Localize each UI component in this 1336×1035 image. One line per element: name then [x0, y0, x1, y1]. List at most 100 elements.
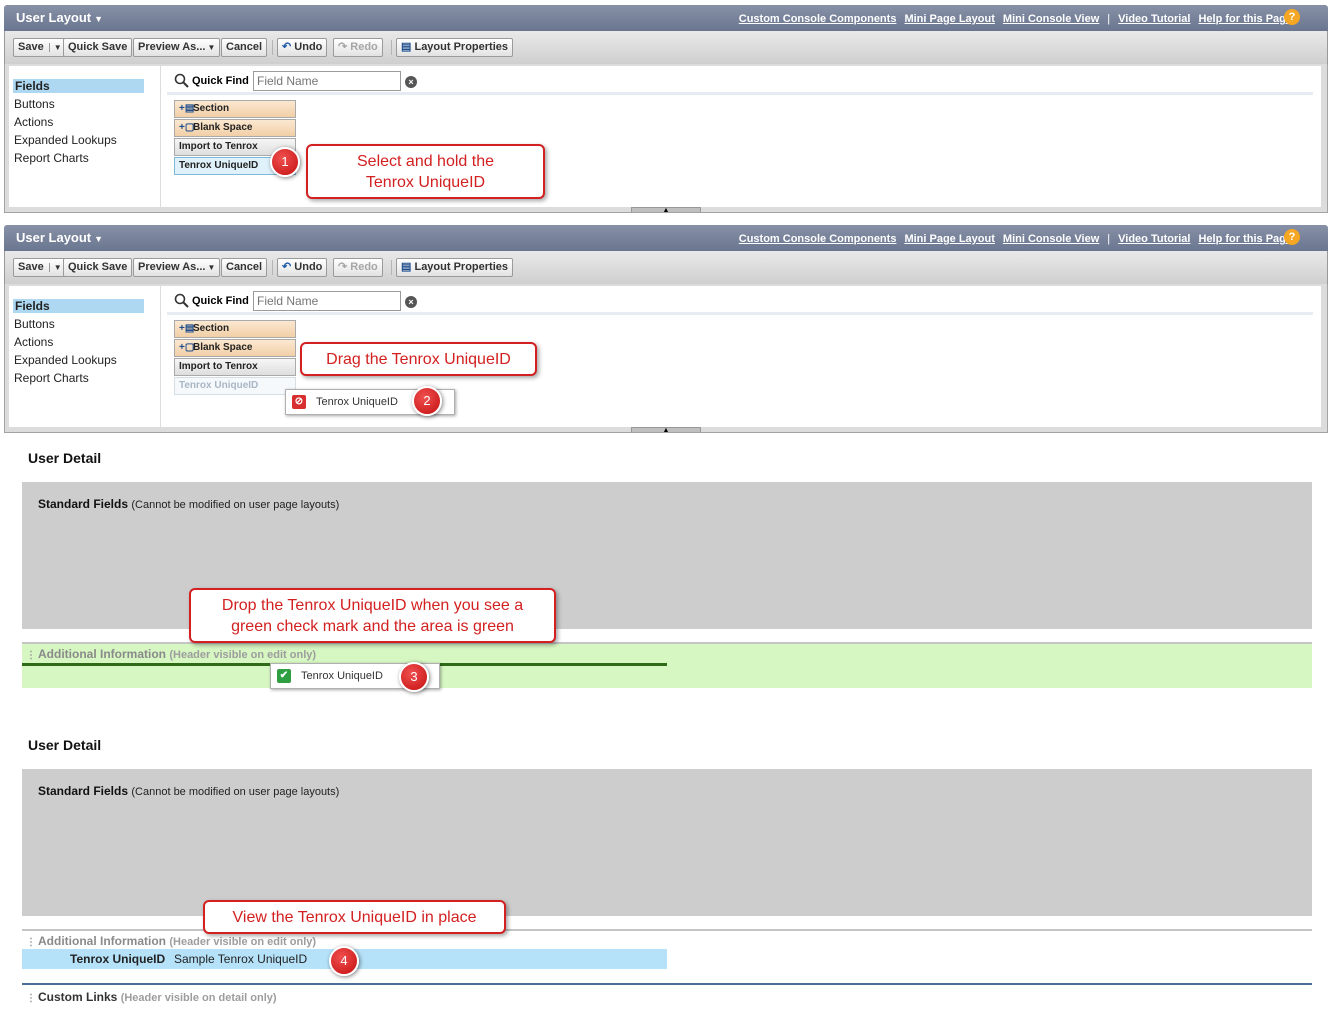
link-help-for-this-page[interactable]: Help for this Page: [1198, 13, 1292, 25]
page-section-title: User Detail: [28, 737, 102, 753]
header-links: Custom Console Components Mini Page Layo…: [739, 231, 1292, 247]
save-button[interactable]: Save ▼: [13, 258, 67, 277]
quick-find-bar: Quick Find ×: [167, 69, 1313, 95]
save-button[interactable]: Save ▼: [13, 38, 67, 57]
link-mini-console-view[interactable]: Mini Console View: [1003, 13, 1099, 25]
divider: [391, 260, 392, 275]
field-label: Tenrox UniqueID: [70, 952, 166, 966]
help-icon[interactable]: ?: [1284, 9, 1300, 25]
preview-as-button[interactable]: Preview As... ▼: [133, 258, 221, 277]
quick-find-label: Quick Find: [192, 295, 249, 307]
undo-icon: ↶: [282, 41, 292, 53]
step-badge-2: 2: [412, 386, 442, 416]
drag-handle-icon: ⋮: [26, 650, 36, 661]
chevron-down-icon: ▼: [94, 234, 104, 244]
link-help-for-this-page[interactable]: Help for this Page: [1198, 233, 1292, 245]
search-icon: [174, 73, 189, 88]
nav-fields[interactable]: Fields: [13, 79, 144, 93]
nav-buttons[interactable]: Buttons: [14, 317, 55, 331]
editor-toolbar: Save ▼ Quick Save Preview As... ▼ Cancel …: [4, 31, 1328, 64]
nav-fields[interactable]: Fields: [13, 299, 144, 313]
help-icon[interactable]: ?: [1284, 229, 1300, 245]
nav-buttons[interactable]: Buttons: [14, 97, 55, 111]
callout-step1: Select and hold the Tenrox UniqueID: [306, 144, 545, 199]
resize-handle[interactable]: ▲: [631, 207, 701, 214]
section-header: ⋮ Additional Information (Header visible …: [26, 647, 317, 661]
editor-header: User Layout ▼ Custom Console Components M…: [4, 5, 1328, 31]
undo-icon: ↶: [282, 261, 292, 273]
callout-step3: Drop the Tenrox UniqueID when you see a …: [189, 588, 556, 643]
section-icon: +▤: [179, 323, 195, 334]
redo-icon: ↷: [338, 261, 348, 273]
nav-expanded-lookups[interactable]: Expanded Lookups: [14, 133, 117, 147]
nav-expanded-lookups[interactable]: Expanded Lookups: [14, 353, 117, 367]
palette-item-section[interactable]: +▤Section: [174, 100, 296, 118]
link-mini-console-view[interactable]: Mini Console View: [1003, 233, 1099, 245]
layout-editor-step1: User Layout ▼ Custom Console Components M…: [4, 5, 1328, 214]
step-badge-1: 1: [270, 147, 300, 177]
link-custom-console-components[interactable]: Custom Console Components: [739, 13, 897, 25]
undo-button[interactable]: ↶ Undo: [277, 38, 328, 57]
chevron-down-icon: ▼: [94, 14, 104, 24]
divider: [391, 40, 392, 55]
properties-icon: ▤: [401, 41, 412, 53]
step-badge-4: 4: [329, 946, 359, 976]
palette-item-section[interactable]: +▤Section: [174, 320, 296, 338]
nav-report-charts[interactable]: Report Charts: [14, 151, 89, 165]
quick-find-bar: Quick Find ×: [167, 289, 1313, 315]
standard-fields-label: Standard Fields (Cannot be modified on u…: [38, 497, 340, 511]
clear-icon[interactable]: ×: [405, 296, 417, 308]
nav-report-charts[interactable]: Report Charts: [14, 371, 89, 385]
step-badge-3: 3: [399, 662, 429, 692]
nav-actions[interactable]: Actions: [14, 115, 53, 129]
palette-nav: Fields Buttons Actions Expanded Lookups …: [9, 286, 160, 427]
chevron-down-icon: ▼: [48, 43, 62, 52]
quick-save-button[interactable]: Quick Save: [63, 258, 133, 277]
cancel-button[interactable]: Cancel: [221, 38, 268, 57]
layout-properties-button[interactable]: ▤ Layout Properties: [396, 38, 513, 57]
layout-title-dropdown[interactable]: User Layout ▼: [16, 230, 103, 245]
chevron-down-icon: ▼: [207, 43, 216, 52]
editor-header: User Layout ▼ Custom Console Components M…: [4, 225, 1328, 251]
separator: |: [1107, 13, 1111, 25]
separator: |: [1107, 233, 1111, 245]
resize-handle[interactable]: ▲: [631, 427, 701, 434]
check-mark-icon: ✔: [277, 669, 291, 683]
layout-properties-button[interactable]: ▤ Layout Properties: [396, 258, 513, 277]
quick-save-button[interactable]: Quick Save: [63, 38, 133, 57]
palette-nav: Fields Buttons Actions Expanded Lookups …: [9, 66, 160, 207]
editor-body: Fields Buttons Actions Expanded Lookups …: [4, 284, 1328, 434]
cancel-button[interactable]: Cancel: [221, 258, 268, 277]
nav-actions[interactable]: Actions: [14, 335, 53, 349]
quick-find-label: Quick Find: [192, 75, 249, 87]
palette-item-blank-space[interactable]: +▢Blank Space: [174, 339, 296, 357]
palette-item-import-to-tenrox[interactable]: Import to Tenrox: [174, 358, 296, 376]
drag-handle-icon: ⋮: [26, 937, 36, 948]
section-header: ⋮ Custom Links (Header visible on detail …: [26, 990, 277, 1004]
palette-item-tenrox-uniqueid[interactable]: Tenrox UniqueID: [174, 377, 296, 395]
clear-icon[interactable]: ×: [405, 76, 417, 88]
undo-button[interactable]: ↶ Undo: [277, 258, 328, 277]
link-mini-page-layout[interactable]: Mini Page Layout: [904, 233, 994, 245]
section-header: ⋮ Additional Information (Header visible …: [26, 934, 317, 948]
additional-information-drop-zone[interactable]: ⋮ Additional Information (Header visible …: [22, 642, 1312, 688]
standard-fields-section: Standard Fields (Cannot be modified on u…: [22, 769, 1312, 916]
redo-button[interactable]: ↷ Redo: [333, 258, 383, 277]
link-video-tutorial[interactable]: Video Tutorial: [1118, 233, 1190, 245]
standard-fields-label: Standard Fields (Cannot be modified on u…: [38, 784, 340, 798]
redo-icon: ↷: [338, 41, 348, 53]
callout-step2: Drag the Tenrox UniqueID: [300, 342, 537, 376]
link-video-tutorial[interactable]: Video Tutorial: [1118, 13, 1190, 25]
preview-as-button[interactable]: Preview As... ▼: [133, 38, 221, 57]
layout-title-dropdown[interactable]: User Layout ▼: [16, 10, 103, 25]
quick-find-input[interactable]: [253, 291, 401, 311]
custom-links-section: ⋮ Custom Links (Header visible on detail …: [22, 983, 1312, 1007]
palette-item-blank-space[interactable]: +▢Blank Space: [174, 119, 296, 137]
page-section-title: User Detail: [28, 450, 102, 466]
header-links: Custom Console Components Mini Page Layo…: [739, 11, 1292, 27]
blank-space-icon: +▢: [179, 342, 195, 353]
link-custom-console-components[interactable]: Custom Console Components: [739, 233, 897, 245]
redo-button[interactable]: ↷ Redo: [333, 38, 383, 57]
quick-find-input[interactable]: [253, 71, 401, 91]
link-mini-page-layout[interactable]: Mini Page Layout: [904, 13, 994, 25]
